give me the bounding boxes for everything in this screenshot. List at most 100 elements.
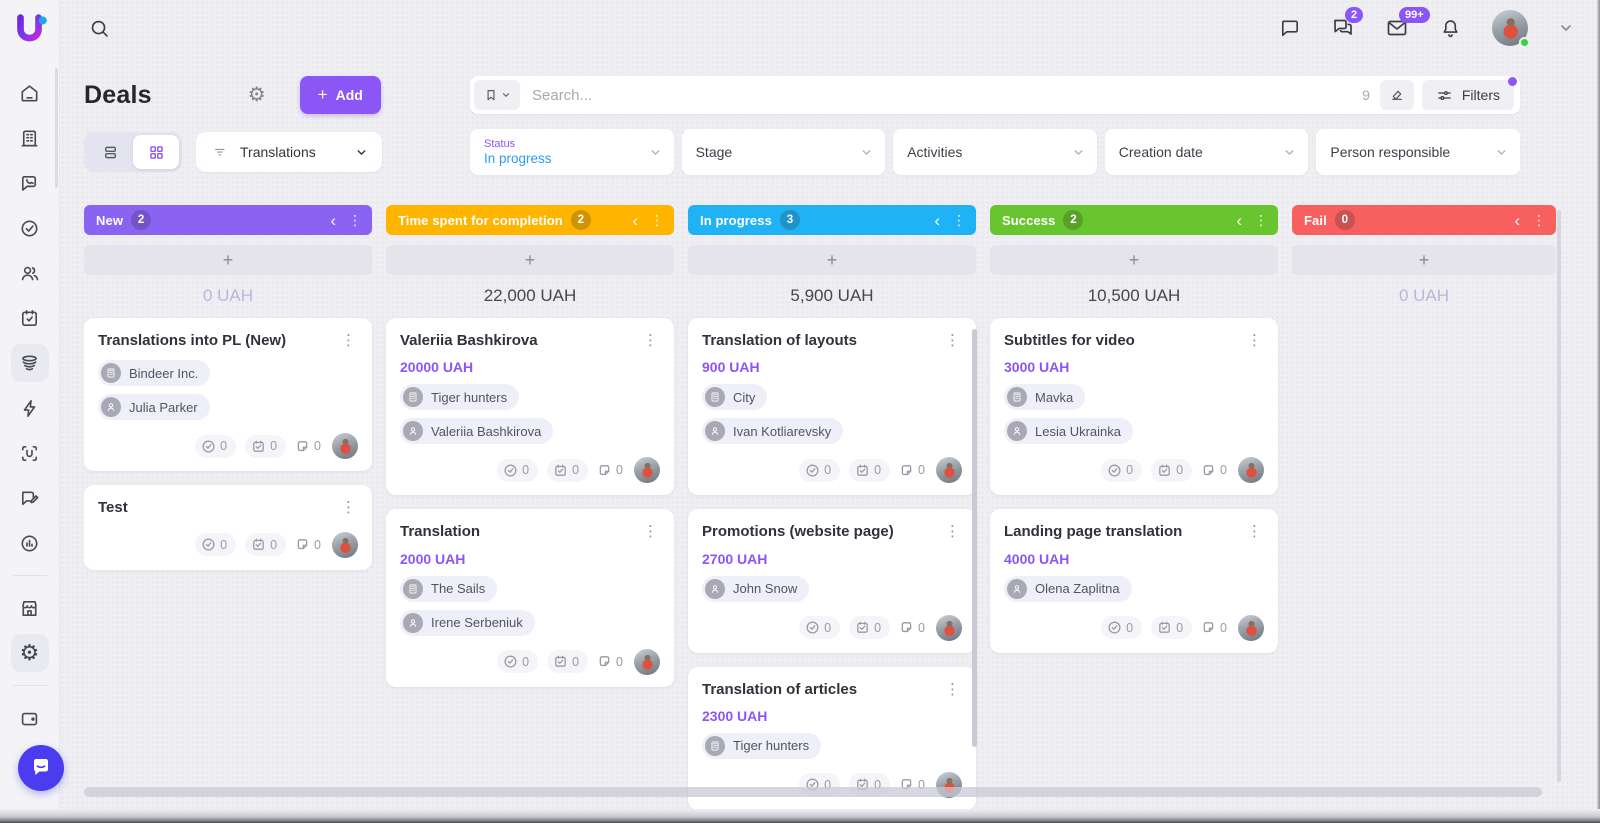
sidebar-item-analytics[interactable]	[11, 524, 49, 562]
responsible-avatar[interactable]	[634, 457, 660, 484]
sidebar-item-newsfeed[interactable]	[11, 119, 49, 157]
deal-tag-person[interactable]: John Snow	[702, 575, 810, 602]
deal-card[interactable]: Translation ⋮ 2000 UAH The Sails Irene S…	[386, 509, 674, 687]
deal-card[interactable]: Valeriia Bashkirova ⋮ 20000 UAH Tiger hu…	[386, 318, 674, 496]
column-add-deal-button[interactable]: +	[386, 245, 674, 275]
events-counter[interactable]: 0	[849, 458, 891, 482]
search-input[interactable]	[520, 86, 1363, 104]
sidebar-item-billing[interactable]	[11, 699, 49, 737]
responsible-avatar[interactable]	[332, 531, 358, 558]
deal-tag-person[interactable]: Lesia Ukrainka	[1004, 418, 1133, 445]
notes-counter[interactable]: 0	[597, 463, 623, 478]
board-horizontal-scrollbar[interactable]	[84, 787, 1542, 797]
deal-tag-person[interactable]: Olena Zaplitna	[1004, 575, 1132, 602]
sidebar-item-marketplace[interactable]	[11, 589, 49, 627]
deal-tag-person[interactable]: Julia Parker	[98, 394, 210, 421]
support-chat-button[interactable]	[18, 745, 64, 791]
sidebar-item-tasks[interactable]	[11, 209, 49, 247]
column-menu-icon[interactable]: ⋮	[1532, 213, 1546, 227]
column-collapse-icon[interactable]: ‹	[1514, 212, 1520, 229]
deal-tag-company[interactable]: City	[702, 384, 768, 411]
deal-tag-company[interactable]: Tiger hunters	[400, 384, 520, 411]
responsible-avatar[interactable]	[634, 648, 660, 675]
tasks-counter[interactable]: 0	[195, 434, 237, 458]
board-vertical-scrollbar[interactable]	[1557, 210, 1561, 782]
column-menu-icon[interactable]: ⋮	[348, 213, 362, 227]
column-collapse-icon[interactable]: ‹	[934, 212, 940, 229]
column-collapse-icon[interactable]: ‹	[330, 212, 336, 229]
column-menu-icon[interactable]: ⋮	[1254, 213, 1268, 227]
uspacy-logo[interactable]	[11, 10, 49, 48]
responsible-avatar[interactable]	[936, 614, 962, 641]
card-menu-icon[interactable]: ⋮	[1239, 522, 1264, 539]
notes-counter[interactable]: 0	[295, 439, 321, 454]
kanban-view-button[interactable]	[133, 135, 179, 169]
events-counter[interactable]: 0	[849, 616, 891, 639]
tasks-counter[interactable]: 0	[195, 533, 237, 556]
deal-tag-person[interactable]: Valeriia Bashkirova	[400, 418, 554, 445]
deal-tag-person[interactable]: Irene Serbeniuk	[400, 609, 535, 636]
sidebar-item-calendar[interactable]	[11, 299, 49, 337]
column-menu-icon[interactable]: ⋮	[650, 213, 664, 227]
saved-searches-button[interactable]	[474, 80, 520, 110]
deal-card[interactable]: Test ⋮ 0 0 0	[84, 485, 372, 570]
column-add-deal-button[interactable]: +	[1292, 245, 1556, 275]
deal-card[interactable]: Subtitles for video ⋮ 3000 UAH Mavka Les…	[990, 318, 1278, 496]
sidebar-item-crm-sales[interactable]	[10, 344, 49, 382]
notes-counter[interactable]: 0	[899, 463, 925, 478]
tasks-counter[interactable]: 0	[497, 650, 539, 673]
tasks-counter[interactable]: 0	[799, 616, 841, 639]
deal-card[interactable]: Translations into PL (New) ⋮ Bindeer Inc…	[84, 318, 372, 472]
sidebar-item-team[interactable]	[11, 254, 49, 292]
card-menu-icon[interactable]: ⋮	[635, 522, 660, 539]
sidebar-item-settings[interactable]: ⚙︎	[10, 634, 49, 672]
column-menu-icon[interactable]: ⋮	[952, 213, 966, 227]
filter-chip-activities[interactable]: Activities	[893, 129, 1097, 175]
column-header[interactable]: In progress 3 ‹ ⋮	[688, 205, 976, 235]
deal-card[interactable]: Translation of layouts ⋮ 900 UAH City Iv…	[688, 318, 976, 496]
filter-chip-status[interactable]: Status In progress	[470, 129, 674, 175]
user-avatar[interactable]	[1492, 10, 1530, 48]
profile-chevron-down-icon[interactable]	[1558, 20, 1574, 36]
tasks-counter[interactable]: 0	[497, 458, 539, 482]
card-menu-icon[interactable]: ⋮	[333, 498, 358, 515]
tasks-counter[interactable]: 0	[799, 458, 841, 482]
deal-tag-company[interactable]: Bindeer Inc.	[98, 360, 211, 387]
sidebar-item-feedback[interactable]	[11, 479, 49, 517]
column-header[interactable]: Fail 0 ‹ ⋮	[1292, 205, 1556, 235]
notes-counter[interactable]: 0	[597, 654, 623, 669]
column-collapse-icon[interactable]: ‹	[1236, 212, 1242, 229]
filter-chip-person-responsible[interactable]: Person responsible	[1316, 129, 1520, 175]
events-counter[interactable]: 0	[1151, 458, 1193, 482]
deal-tag-company[interactable]: Mavka	[1004, 384, 1086, 411]
comments-button[interactable]	[1278, 17, 1301, 40]
responsible-avatar[interactable]	[1238, 614, 1264, 641]
column-add-deal-button[interactable]: +	[990, 245, 1278, 275]
filter-chip-stage[interactable]: Stage	[681, 129, 886, 175]
events-counter[interactable]: 0	[547, 650, 589, 673]
card-menu-icon[interactable]: ⋮	[937, 522, 962, 539]
events-counter[interactable]: 0	[245, 434, 287, 458]
tasks-counter[interactable]: 0	[1101, 458, 1143, 482]
responsible-avatar[interactable]	[332, 433, 358, 460]
clear-search-button[interactable]	[1379, 80, 1414, 110]
card-menu-icon[interactable]: ⋮	[1239, 331, 1264, 348]
global-search-icon[interactable]	[88, 17, 111, 40]
sidebar-item-scanner[interactable]	[11, 434, 49, 472]
deal-card[interactable]: Promotions (website page) ⋮ 2700 UAH Joh…	[688, 509, 976, 653]
notes-counter[interactable]: 0	[295, 537, 321, 552]
column-collapse-icon[interactable]: ‹	[632, 212, 638, 229]
add-deal-button[interactable]: + Add	[299, 76, 381, 114]
responsible-avatar[interactable]	[1238, 457, 1264, 484]
card-menu-icon[interactable]: ⋮	[937, 331, 962, 348]
card-menu-icon[interactable]: ⋮	[635, 331, 660, 348]
card-menu-icon[interactable]: ⋮	[937, 680, 962, 697]
sidebar-item-automations[interactable]	[11, 389, 49, 427]
sidebar-scrollbar[interactable]	[55, 68, 58, 188]
column-add-deal-button[interactable]: +	[84, 245, 372, 275]
events-counter[interactable]: 0	[245, 533, 287, 556]
events-counter[interactable]: 0	[547, 458, 589, 482]
deal-tag-company[interactable]: The Sails	[400, 575, 498, 602]
column-add-deal-button[interactable]: +	[688, 245, 976, 275]
card-menu-icon[interactable]: ⋮	[333, 331, 358, 348]
